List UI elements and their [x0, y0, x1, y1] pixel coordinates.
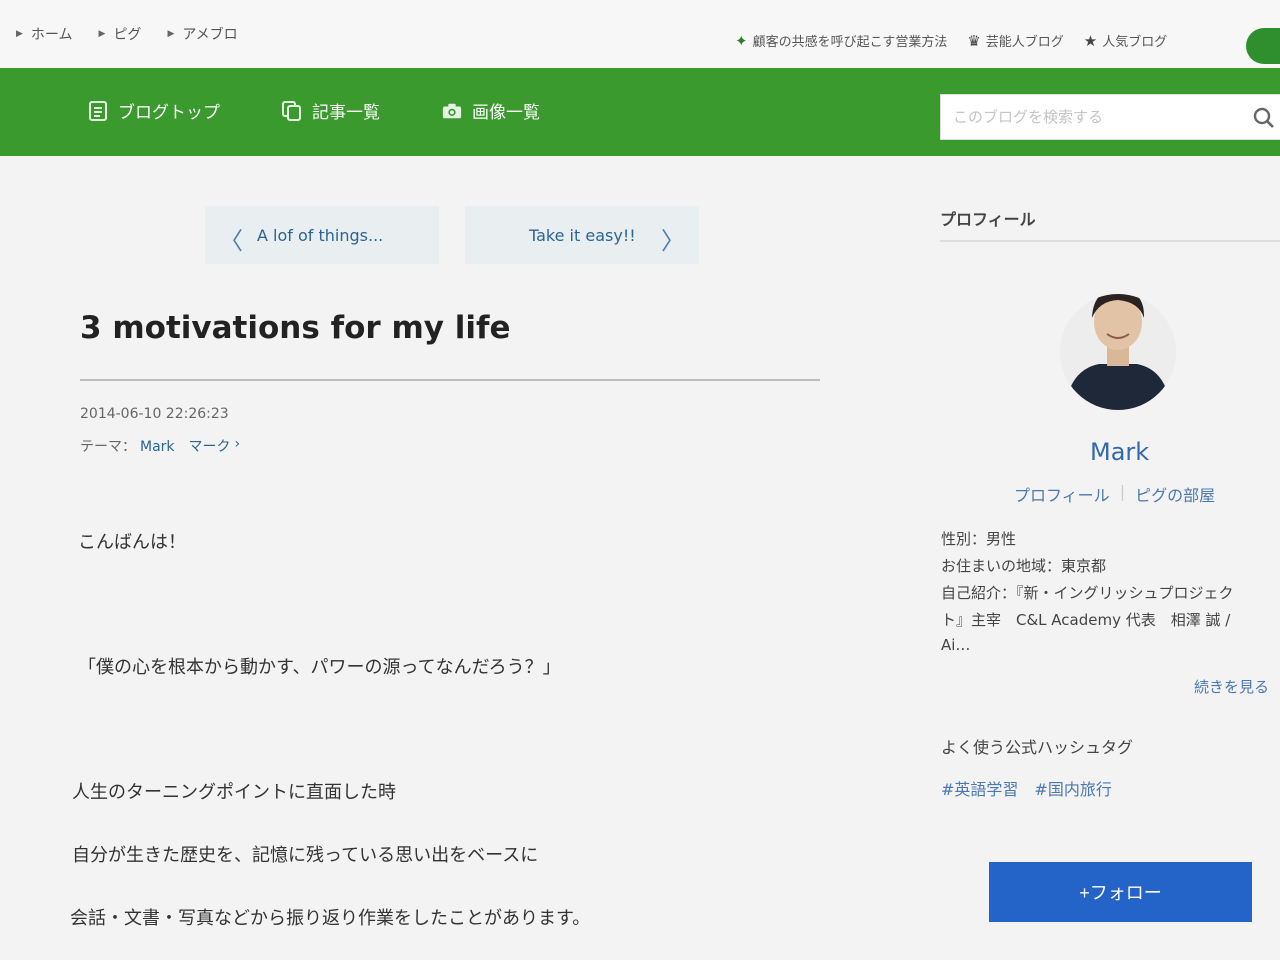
previous-article-label: A lof of things...: [257, 225, 384, 245]
chevron-left-icon: 〈: [219, 227, 243, 255]
breadcrumb: ▶ ホーム ▶ ピグ ▶ アメブロ: [16, 24, 238, 44]
triangle-right-icon: ▶: [167, 29, 175, 39]
previous-article-link[interactable]: 〈 A lof of things...: [205, 206, 439, 264]
avatar[interactable]: [1059, 270, 1177, 410]
blog-nav-bar: ブログトップ 記事一覧 画像一覧: [0, 68, 1280, 156]
nav-item-label: 記事一覧: [312, 103, 380, 123]
post-body-line: 会話・文書・写真などから振り返り作業をしたことがあります。: [70, 908, 591, 929]
top-action-button[interactable]: [1246, 28, 1280, 64]
top-link-celebrity-blog[interactable]: ♛ 芸能人ブログ: [967, 31, 1064, 51]
nav-item-article-list[interactable]: 記事一覧: [282, 98, 380, 123]
profile-location: お住まいの地域：東京都: [941, 557, 1107, 575]
top-link-label: 芸能人ブログ: [985, 35, 1064, 50]
hashtag-list: #英語学習 #国内旅行: [941, 776, 1112, 800]
top-bar: ▶ ホーム ▶ ピグ ▶ アメブロ ✦ 顧客の共感を呼び起こす営業方法 ♛ 芸能…: [0, 0, 1280, 68]
blog-nav-items: ブログトップ 記事一覧 画像一覧: [88, 98, 540, 123]
article-pager: 〈 A lof of things... Take it easy!! 〉: [205, 206, 699, 264]
top-link-sales[interactable]: ✦ 顧客の共感を呼び起こす営業方法: [735, 31, 948, 51]
sparkle-icon: ✦: [735, 31, 748, 50]
top-link-popular-blog[interactable]: ★ 人気ブログ: [1083, 31, 1168, 51]
read-more-link[interactable]: 続きを見る: [1194, 676, 1269, 697]
pigg-room-link[interactable]: ピグの部屋: [1135, 482, 1215, 506]
post-body-line: 「僕の心を根本から動かす、パワーの源ってなんだろう？」: [78, 657, 561, 678]
title-divider: [80, 379, 820, 381]
theme-link[interactable]: Mark マーク: [140, 436, 231, 456]
triangle-right-icon: ▶: [98, 29, 106, 39]
post-body-line: こんばんは！: [78, 532, 186, 553]
profile-divider: [940, 240, 1280, 242]
breadcrumb-item-home[interactable]: ▶ ホーム: [16, 24, 73, 44]
hashtag-heading: よく使う公式ハッシュタグ: [941, 738, 1134, 757]
profile-link[interactable]: プロフィール: [1014, 482, 1110, 506]
top-link-label: 人気ブログ: [1102, 35, 1168, 50]
breadcrumb-label: ホーム: [30, 27, 73, 43]
camera-icon: [442, 101, 462, 121]
post-body-line: 自分が生きた歴史を、記憶に残っている思い出をベースに: [72, 845, 539, 866]
document-icon: [88, 100, 108, 121]
nav-item-label: ブログトップ: [118, 103, 220, 123]
chevron-right-icon: 〉: [661, 227, 685, 255]
hashtag-link[interactable]: #英語学習: [941, 776, 1018, 800]
triangle-right-icon: ▶: [16, 29, 23, 39]
profile-intro-line: ト』主宰 C&L Academy 代表 相澤 誠 /: [941, 611, 1231, 629]
breadcrumb-item-ameblo[interactable]: ▶ アメブロ: [167, 24, 237, 44]
post-title: 3 motivations for my life: [80, 310, 511, 346]
breadcrumb-label: ピグ: [113, 27, 142, 43]
chevron-right-icon: ›: [234, 436, 241, 452]
profile-name[interactable]: Mark: [1090, 438, 1149, 466]
nav-item-image-list[interactable]: 画像一覧: [442, 98, 540, 123]
follow-button[interactable]: +フォロー: [989, 862, 1252, 922]
nav-item-label: 画像一覧: [472, 103, 540, 123]
star-icon: ★: [1083, 31, 1098, 50]
next-article-label: Take it easy!!: [529, 225, 636, 245]
nav-item-blog-top[interactable]: ブログトップ: [88, 98, 220, 123]
search-icon[interactable]: [1253, 107, 1275, 133]
post-theme: テーマ： Mark マーク ›: [80, 436, 240, 456]
hashtag-link[interactable]: #国内旅行: [1034, 776, 1111, 800]
blog-search-box: [940, 94, 1280, 140]
profile-gender: 性別：男性: [941, 530, 1017, 548]
theme-prefix: テーマ：: [80, 439, 136, 455]
top-link-label: 顧客の共感を呼び起こす営業方法: [752, 35, 948, 50]
next-article-link[interactable]: Take it easy!! 〉: [465, 206, 699, 264]
breadcrumb-item-pigg[interactable]: ▶ ピグ: [99, 24, 142, 44]
crown-icon: ♛: [967, 31, 981, 50]
blog-search-input[interactable]: [941, 108, 1241, 126]
link-separator: |: [1119, 482, 1126, 501]
post-date: 2014-06-10 22:26:23: [80, 406, 229, 422]
top-links: ✦ 顧客の共感を呼び起こす営業方法 ♛ 芸能人ブログ ★ 人気ブログ: [735, 31, 1168, 51]
post-body-line: 人生のターニングポイントに直面した時: [72, 782, 396, 803]
profile-links: プロフィール | ピグの部屋: [1014, 482, 1215, 506]
profile-intro-line: Ai…: [941, 636, 971, 654]
copy-icon: [282, 100, 302, 121]
breadcrumb-label: アメブロ: [182, 27, 238, 43]
profile-intro-line: 自己紹介：『新・イングリッシュプロジェク: [941, 584, 1234, 602]
profile-heading: プロフィール: [940, 210, 1036, 229]
